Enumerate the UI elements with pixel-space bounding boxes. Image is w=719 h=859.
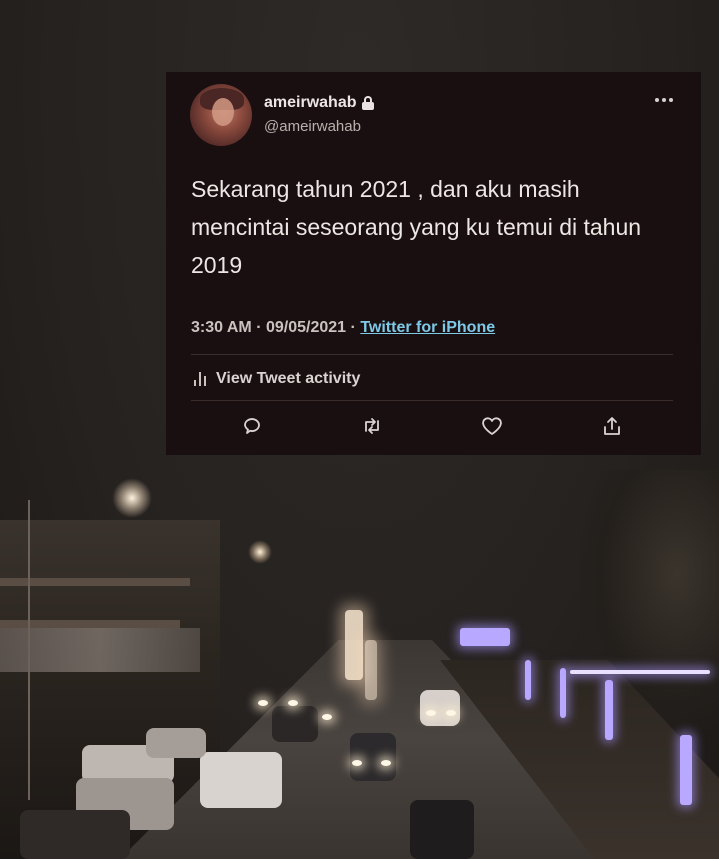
car: [420, 690, 460, 726]
lock-icon: [361, 96, 375, 110]
street-lamp-glow: [112, 478, 152, 518]
traffic-light-streak: [345, 610, 363, 680]
headlight: [258, 700, 268, 706]
reply-icon: [244, 418, 260, 434]
festive-light-decoration: [560, 668, 566, 718]
tweet-date[interactable]: 09/05/2021: [266, 319, 346, 336]
car: [410, 800, 474, 859]
divider: [191, 354, 673, 355]
tweet-time[interactable]: 3:30 AM: [191, 319, 252, 336]
user-handle[interactable]: @ameirwahab: [264, 118, 361, 135]
tweet-actions-bar: [166, 409, 701, 443]
car: [272, 706, 318, 742]
retweet-button[interactable]: [355, 409, 389, 443]
tweet-meta: 3:30 AM · 09/05/2021 · Twitter for iPhon…: [191, 319, 495, 337]
tweet-text: Sekarang tahun 2021 , dan aku masih menc…: [191, 176, 642, 278]
activity-label: View Tweet activity: [216, 370, 361, 387]
shop-signs: [0, 628, 200, 672]
street-lamp-pole: [28, 500, 30, 800]
reply-button[interactable]: [235, 409, 269, 443]
car: [350, 733, 396, 781]
meta-separator: ·: [256, 319, 262, 336]
more-icon[interactable]: [655, 98, 673, 102]
retweet-icon: [365, 418, 379, 434]
headlight: [288, 700, 298, 706]
headlight: [426, 710, 436, 716]
festive-light-decoration: [525, 660, 531, 700]
building-ledge: [0, 620, 180, 628]
like-button[interactable]: [475, 409, 509, 443]
car: [200, 752, 282, 808]
meta-separator: ·: [350, 319, 356, 336]
street-lamp-glow: [248, 540, 272, 564]
traffic-light-streak: [365, 640, 377, 700]
headlight: [446, 710, 456, 716]
share-button[interactable]: [595, 409, 629, 443]
view-tweet-activity-button[interactable]: View Tweet activity: [194, 370, 360, 388]
display-name[interactable]: ameirwahab: [264, 94, 356, 112]
tweet-card: ameirwahab @ameirwahab Sekarang tahun 20…: [166, 72, 701, 455]
like-icon: [482, 417, 502, 435]
divider: [191, 400, 673, 401]
bar-chart-icon: [194, 372, 206, 386]
avatar[interactable]: [190, 84, 252, 146]
headlight: [352, 760, 362, 766]
headlight: [381, 760, 391, 766]
festive-light-decoration: [680, 735, 692, 805]
headlight: [322, 714, 332, 720]
festive-light-decoration: [460, 628, 510, 646]
user-name-row[interactable]: ameirwahab: [264, 94, 375, 112]
car: [20, 810, 130, 859]
tweet-source-link[interactable]: Twitter for iPhone: [360, 319, 495, 336]
avatar-face: [212, 98, 234, 126]
festive-light-decoration: [605, 680, 613, 740]
string-lights: [570, 670, 710, 674]
share-icon: [604, 417, 620, 435]
car: [146, 728, 206, 758]
